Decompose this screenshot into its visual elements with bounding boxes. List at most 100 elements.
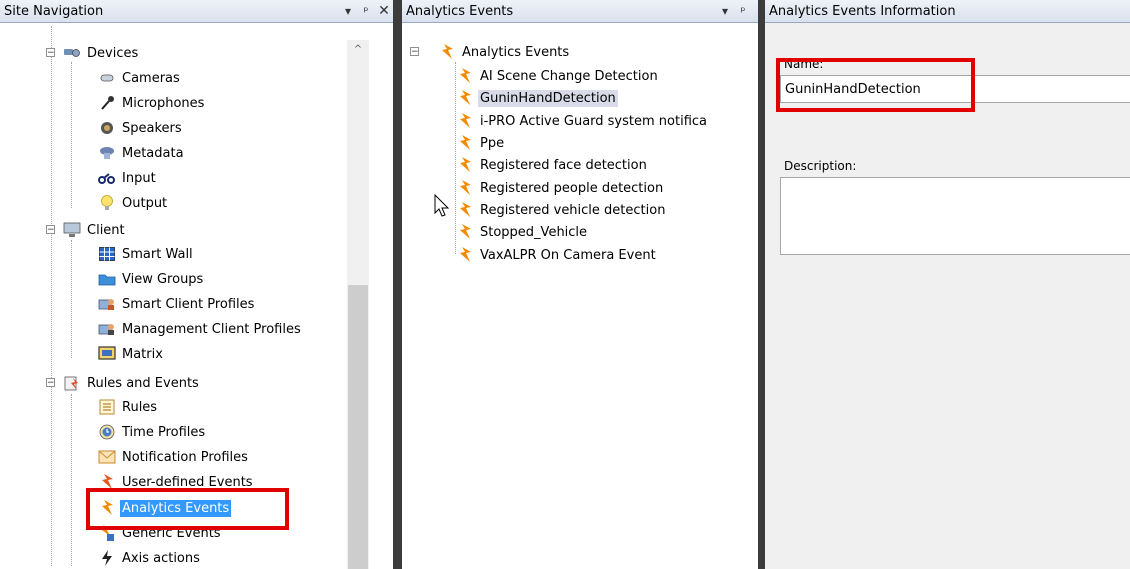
monitor-icon [63,221,81,239]
list-item-label: i-PRO Active Guard system notifica [480,113,707,129]
information-pane-title: Analytics Events Information [769,3,956,19]
sidebar-item-label: Devices [87,45,139,61]
analytics-event-icon [438,43,456,61]
metadata-icon [98,144,116,162]
sidebar-item-rules[interactable]: Rules [72,396,159,418]
scroll-up-arrow-icon[interactable]: ^ [347,44,369,58]
list-item[interactable]: AI Scene Change Detection [456,65,660,87]
sidebar-item-speakers[interactable]: Speakers [72,117,184,139]
highlight-analytics-events [86,488,289,530]
sidebar-item-label: Matrix [122,346,163,362]
list-icon [98,398,116,416]
sidebar-item-label: Notification Profiles [122,449,248,465]
sidebar-item-label: Client [87,222,125,238]
list-item-label: GuninHandDetection [478,89,618,107]
sidebar-item-label: Speakers [122,120,182,136]
devices-icon [63,44,81,62]
analytics-event-icon [456,67,474,85]
description-field[interactable] [780,177,1130,255]
profile-icon [98,295,116,313]
highlight-name-field [776,58,975,112]
sidebar-item-smart-wall[interactable]: Smart Wall [72,243,195,265]
sidebar-item-devices[interactable]: − Devices [45,42,140,64]
grid-icon [98,245,116,263]
sidebar-item-label: Rules [122,399,158,415]
list-item[interactable]: i-PRO Active Guard system notifica [456,110,709,132]
site-navigation-pane: Site Navigation ▾ ᵖ ✕ − Devices Cameras … [0,0,393,569]
sidebar-item-cameras[interactable]: Cameras [72,67,182,89]
list-item[interactable]: Registered vehicle detection [456,199,667,221]
list-item[interactable]: Stopped_Vehicle [456,221,589,243]
list-item-label: VaxALPR On Camera Event [480,247,656,263]
pin-icon[interactable]: ᵖ [357,4,375,18]
sidebar-item-smart-client-profiles[interactable]: Smart Client Profiles [72,293,256,315]
sidebar-item-client[interactable]: − Client [45,219,127,241]
sidebar-item-view-groups[interactable]: View Groups [72,268,205,290]
analytics-event-icon [456,223,474,241]
sidebar-item-label: Microphones [122,95,205,111]
list-item-label: Registered face detection [480,157,647,173]
list-item[interactable]: Registered face detection [456,154,649,176]
mouse-cursor-icon [434,194,450,217]
input-icon [98,169,116,187]
site-navigation-scrollbar[interactable]: ^ [347,40,369,569]
sidebar-item-input[interactable]: Input [72,167,158,189]
analytics-event-icon [456,89,474,107]
sidebar-item-notification-profiles[interactable]: Notification Profiles [72,446,250,468]
pane-menu-button[interactable]: ▾ [716,4,734,18]
pin-icon[interactable]: ᵖ [734,4,752,18]
analytics-events-root[interactable]: − Analytics Events [410,41,571,63]
sidebar-item-label: Axis actions [122,550,200,566]
close-icon[interactable]: ✕ [375,3,393,19]
analytics-event-icon [456,156,474,174]
analytics-event-icon [456,201,474,219]
pane-splitter-left[interactable] [393,0,402,569]
site-navigation-header: Site Navigation ▾ ᵖ ✕ [0,0,393,23]
sidebar-item-matrix[interactable]: Matrix [72,343,165,365]
list-item-label: Registered people detection [480,180,664,196]
sidebar-item-label: Rules and Events [87,375,199,391]
list-item-label: Stopped_Vehicle [480,224,588,240]
list-item[interactable]: VaxALPR On Camera Event [456,244,658,266]
analytics-events-header: Analytics Events ▾ ᵖ [402,0,758,23]
collapse-toggle[interactable]: − [46,48,55,58]
analytics-events-information-pane: Analytics Events Information Name: Gunin… [765,0,1130,569]
sidebar-item-management-client-profiles[interactable]: Management Client Profiles [72,318,303,340]
pane-menu-button[interactable]: ▾ [339,4,357,18]
collapse-toggle[interactable]: − [46,378,55,388]
analytics-event-icon [456,246,474,264]
sidebar-item-label: Smart Wall [122,246,193,262]
analytics-event-icon [456,179,474,197]
scroll-thumb[interactable] [348,285,368,569]
sidebar-item-label: Output [122,195,168,211]
rules-events-icon [63,374,81,392]
analytics-events-pane: Analytics Events ▾ ᵖ − Analytics Events … [402,0,758,569]
list-item-label: AI Scene Change Detection [480,68,658,84]
clock-icon [98,423,116,441]
list-item[interactable]: GuninHandDetection [456,87,618,109]
sidebar-item-axis-actions[interactable]: Axis actions [72,547,202,569]
list-item[interactable]: Ppe [456,132,506,154]
sidebar-item-metadata[interactable]: Metadata [72,142,186,164]
collapse-toggle[interactable]: − [46,225,55,235]
speaker-icon [98,119,116,137]
pane-splitter-right[interactable] [758,0,765,569]
analytics-events-root-label: Analytics Events [462,44,570,60]
list-item[interactable]: Registered people detection [456,177,665,199]
analytics-events-pane-title: Analytics Events [406,3,514,19]
sidebar-item-label: View Groups [122,271,204,287]
sidebar-item-label: Metadata [122,145,184,161]
sidebar-item-label: Management Client Profiles [122,321,301,337]
sidebar-item-output[interactable]: Output [72,192,169,214]
collapse-toggle[interactable]: − [410,47,419,57]
sidebar-item-rules-and-events[interactable]: − Rules and Events [45,372,201,394]
matrix-icon [98,345,116,363]
description-label: Description: [784,159,857,173]
profile-icon [98,320,116,338]
sidebar-item-label: Input [122,170,156,186]
site-navigation-title: Site Navigation [4,3,104,19]
sidebar-item-label: Smart Client Profiles [122,296,255,312]
sidebar-item-microphones[interactable]: Microphones [72,92,206,114]
sidebar-item-time-profiles[interactable]: Time Profiles [72,421,207,443]
microphone-icon [98,94,116,112]
